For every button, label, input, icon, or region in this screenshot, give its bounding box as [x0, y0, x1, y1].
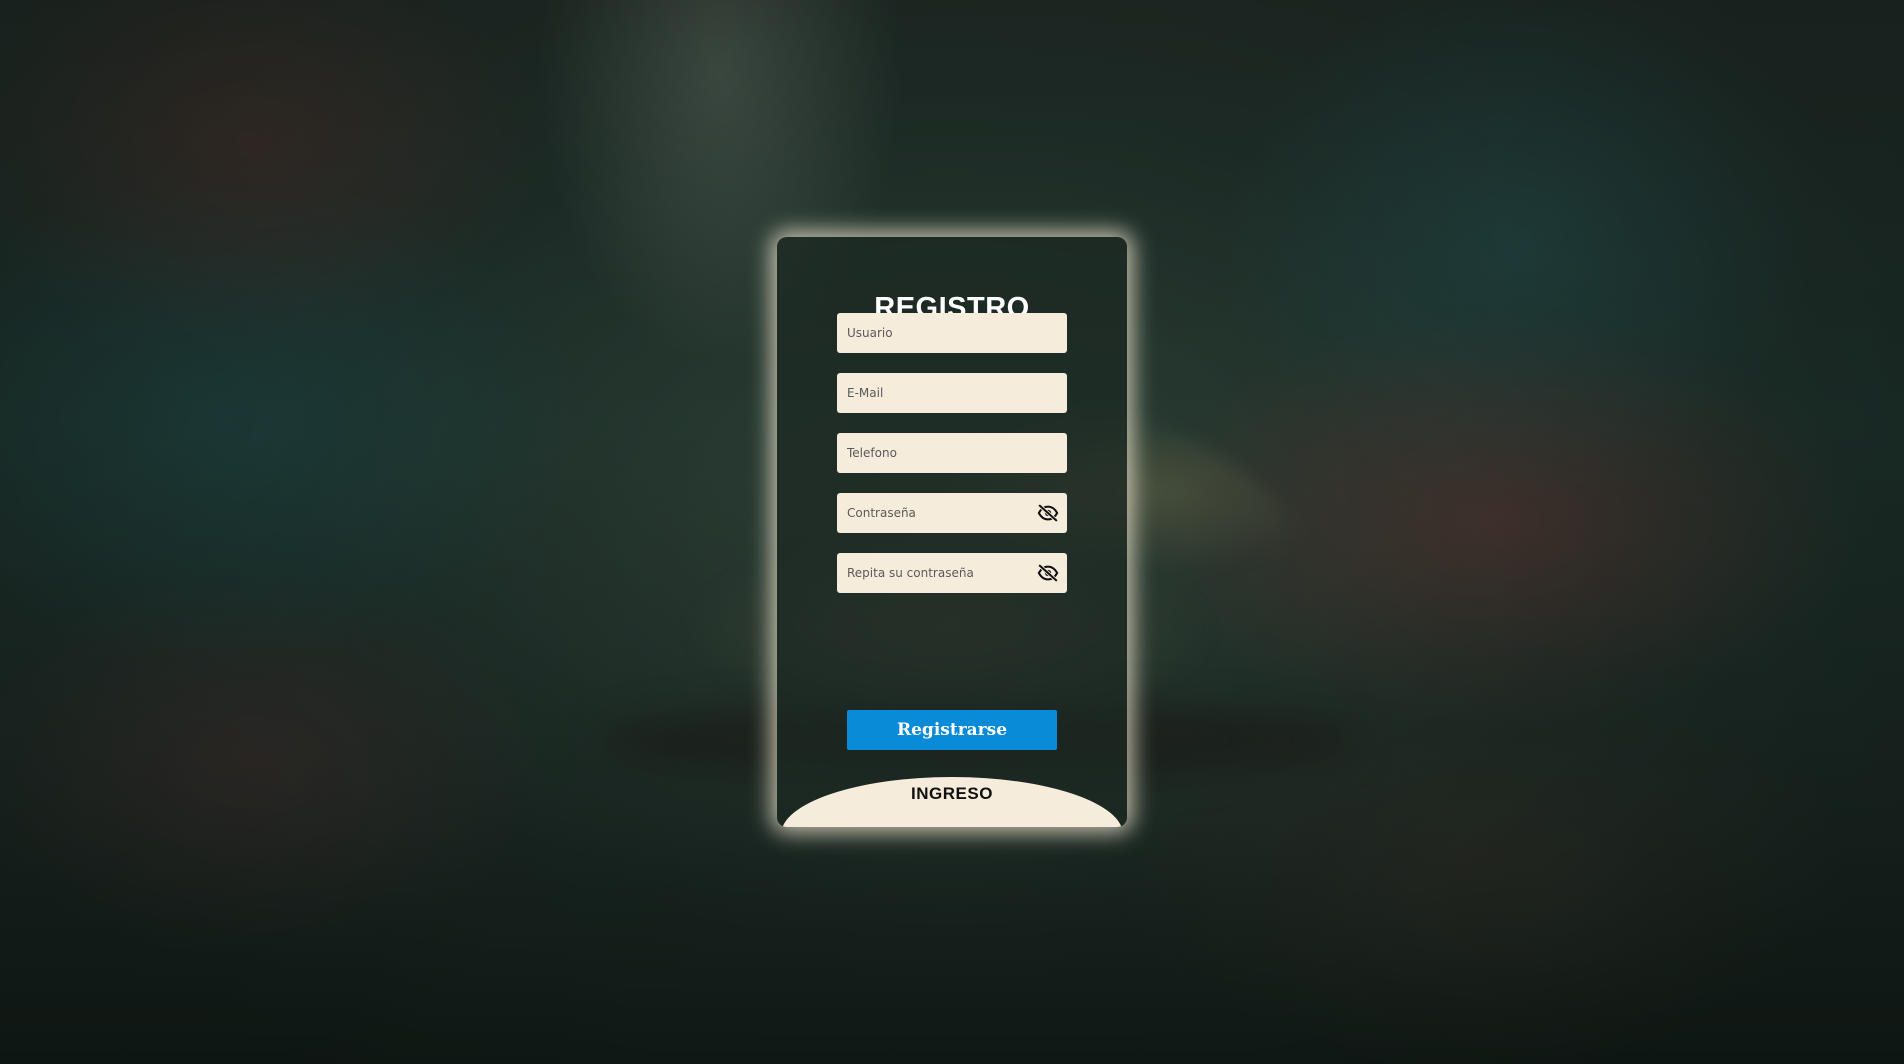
email-input[interactable] [837, 373, 1067, 413]
register-card: REGISTRO Registrarse INGRESO [777, 237, 1127, 827]
password-field-wrapper [837, 493, 1067, 533]
eye-slash-icon[interactable] [1037, 563, 1059, 583]
phone-input[interactable] [837, 433, 1067, 473]
password-repeat-input[interactable] [837, 553, 1067, 593]
phone-field-wrapper [837, 433, 1067, 473]
register-button[interactable]: Registrarse [847, 710, 1057, 750]
eye-slash-icon[interactable] [1037, 503, 1059, 523]
email-field-wrapper [837, 373, 1067, 413]
login-link[interactable]: INGRESO [777, 784, 1127, 804]
username-field-wrapper [837, 313, 1067, 353]
password-input[interactable] [837, 493, 1067, 533]
password-repeat-field-wrapper [837, 553, 1067, 593]
username-input[interactable] [837, 313, 1067, 353]
